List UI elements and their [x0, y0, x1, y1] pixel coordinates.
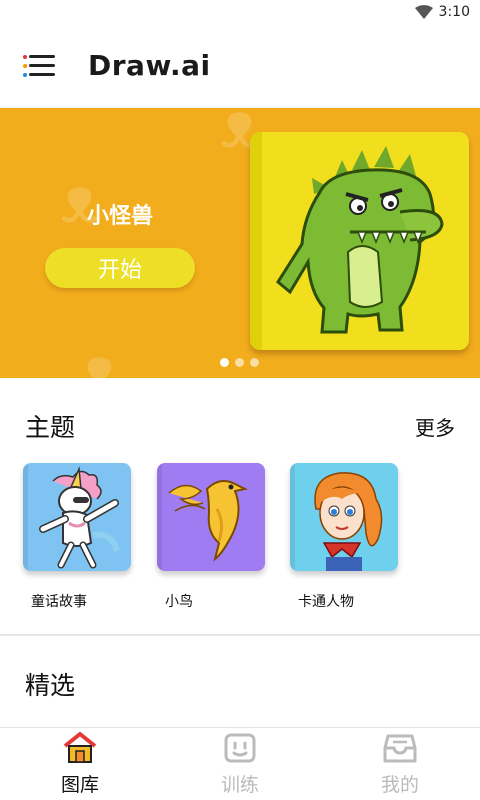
robot-face-icon — [223, 732, 257, 768]
nav-item-training[interactable]: 训练 — [185, 732, 295, 797]
nav-item-mine[interactable]: 我的 — [345, 732, 455, 797]
theme-item-cartoon-character[interactable]: 卡通人物 — [290, 463, 400, 611]
carousel-indicator — [220, 358, 259, 367]
banner-title: 小怪兽 — [86, 204, 153, 229]
wifi-icon — [414, 5, 433, 19]
monster-image — [276, 146, 444, 334]
carousel-dot — [250, 358, 259, 367]
banner-carousel[interactable]: ᴥ ᴥ ᴥ 小怪兽 开始 — [0, 108, 480, 378]
banner-card[interactable] — [250, 132, 469, 350]
bunny-pattern-icon: ᴥ — [80, 334, 119, 378]
carousel-dot — [235, 358, 244, 367]
theme-label: 童话故事 — [31, 594, 87, 610]
inbox-icon — [383, 732, 417, 768]
featured-title: 精选 — [25, 671, 76, 700]
bottom-nav: 图库 训练 我的 — [0, 727, 480, 800]
nav-label: 我的 — [380, 773, 419, 796]
nav-label: 图库 — [60, 773, 99, 796]
theme-item-fairy-tale[interactable]: 童话故事 — [23, 463, 133, 611]
themes-header: 主题 更多 — [25, 408, 455, 444]
featured-header: 精选 — [25, 666, 455, 702]
nav-label: 训练 — [220, 773, 259, 796]
cartoon-girl-image — [290, 463, 398, 571]
unicorn-image — [23, 463, 131, 571]
theme-label: 卡通人物 — [298, 594, 354, 610]
menu-icon[interactable] — [23, 53, 57, 79]
status-time: 3:10 — [438, 4, 470, 20]
app-bar: Draw.ai — [0, 24, 480, 108]
status-bar: 3:10 — [0, 0, 480, 24]
nav-item-gallery[interactable]: 图库 — [25, 731, 135, 797]
start-button[interactable]: 开始 — [45, 248, 195, 288]
more-link[interactable]: 更多 — [415, 412, 455, 441]
theme-item-bird[interactable]: 小鸟 — [157, 463, 267, 611]
app-title: Draw.ai — [88, 49, 211, 82]
carousel-dot — [220, 358, 229, 367]
themes-title: 主题 — [25, 413, 76, 442]
bird-image — [157, 463, 265, 571]
theme-label: 小鸟 — [165, 594, 193, 610]
section-divider — [0, 634, 480, 636]
house-icon — [62, 731, 98, 768]
